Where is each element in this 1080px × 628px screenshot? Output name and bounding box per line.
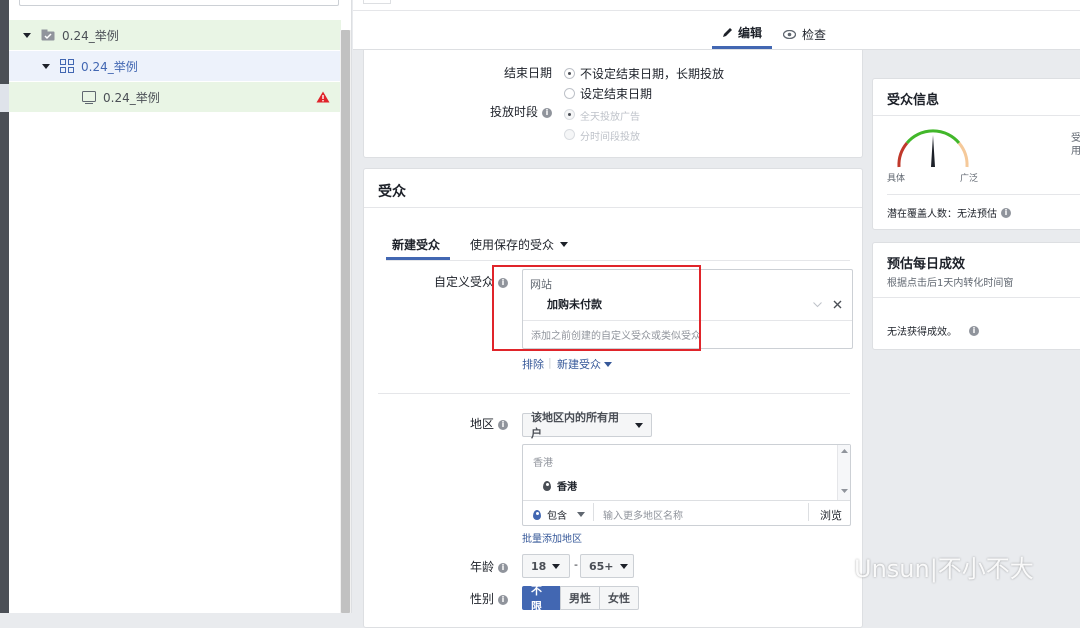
tab-review[interactable]: 检查 [783,18,833,50]
campaign-folder-icon [41,29,55,41]
dayparting-radio[interactable] [564,129,575,140]
info-icon[interactable]: i [498,419,508,430]
new-audience-link[interactable]: 新建受众 [557,356,612,372]
audience-info-card: 受众信息 具体 广泛 受 用 潜在覆盖人数：无法预估 i [872,78,1080,230]
watermark-text: Unsun|不小不大 [854,555,1034,583]
region-dropdown[interactable]: 该地区内的所有用户 [522,411,652,440]
daily-results-card: 预估每日成效 根据点击后1天内转化时间窗 无法获得成效。 i [872,242,1080,350]
info-icon[interactable]: i [969,325,979,336]
age-min-dropdown[interactable]: 18 [522,554,570,578]
location-pin-icon [533,509,541,520]
info-icon[interactable]: i [498,562,508,573]
schedule-time-label: 投放时段 i [464,103,552,120]
tree-item-campaign[interactable]: 0.24_举例 [9,20,341,50]
schedule-card: 结束日期 不设定结束日期，长期投放 设定结束日期 投放时段 i 全天投放广告 分时… [363,50,863,158]
chevron-down-icon [560,242,569,247]
info-icon[interactable]: i [1001,207,1011,218]
tree-scrollbar-thumb[interactable] [341,30,350,613]
audience-info-title: 受众信息 [887,93,940,108]
location-pin-icon [543,480,551,491]
chevron-down-icon [604,361,612,367]
age-max-dropdown[interactable]: 65+ [580,554,634,578]
ad-monitor-icon [82,90,96,104]
info-icon[interactable]: i [498,594,508,605]
daily-results-subtitle: 根据点击后1天内转化时间窗 [887,278,1014,289]
chevron-down-icon [552,563,561,569]
chevron-down-icon[interactable] [813,302,822,308]
gauge-specific-label: 具体 [887,174,906,184]
all-day-radio[interactable] [564,109,575,120]
wechat-logo-icon [817,554,846,577]
age-separator: - [574,558,578,571]
close-icon[interactable] [833,300,842,309]
dayparting-label: 分时间段投放 [580,132,640,143]
audience-definition-text-2: 用 [1071,146,1080,157]
age-label: 年龄 i [424,558,508,575]
end-date-label: 结束日期 [503,66,552,80]
browse-button[interactable]: 浏览 [820,507,842,523]
set-end-date-radio[interactable] [564,88,575,99]
include-select[interactable]: 包含 [533,507,585,522]
exclude-link[interactable]: 排除 [522,356,544,372]
gender-male-button[interactable]: 男性 [560,586,600,610]
gender-label: 性别 i [424,590,508,607]
tree-item-label: 0.24_举例 [81,59,138,74]
eye-icon [783,29,796,39]
daily-results-status: 无法获得成效。 i [887,323,979,338]
region-list-box: 香港 香港 包含 输入更多地区名称 浏览 [522,444,851,526]
tree-item-label: 0.24_举例 [62,28,119,43]
region-group: 香港 [533,458,553,469]
no-end-date-radio[interactable] [564,68,575,79]
campaign-tree-panel: 0.24_举例 0.24_举例 0.24_举例 [9,0,352,613]
adset-grid-icon [60,59,74,73]
watermark: Unsun|不小不大 [816,549,1034,584]
set-end-date-label: 设定结束日期 [580,87,653,101]
info-icon[interactable]: i [542,107,552,118]
region-search-input[interactable]: 输入更多地区名称 [603,507,683,522]
tree-item-label: 0.24_举例 [103,90,160,105]
scroll-down-icon[interactable] [841,489,848,493]
chevron-down-icon [577,512,585,517]
bulk-add-regions-link[interactable]: 批量添加地区 [522,530,582,545]
all-day-label: 全天投放广告 [580,112,640,123]
chevron-down-icon [619,563,628,569]
gender-all-button[interactable]: 不限 [522,584,560,613]
region-item: 香港 [543,478,577,493]
scroll-up-icon[interactable] [841,449,848,453]
warning-icon[interactable] [316,91,330,103]
tab-saved-audience[interactable]: 使用保存的受众 [470,236,569,253]
audience-size-gauge [897,129,969,168]
pencil-icon [722,27,732,37]
highlight-box [492,265,701,351]
collapse-caret-icon[interactable] [23,32,31,38]
top-divider [353,10,1080,11]
chevron-down-icon [635,422,643,428]
collapse-caret-icon[interactable] [42,63,50,69]
potential-reach: 潜在覆盖人数：无法预估 i [887,205,1011,220]
tree-search-input[interactable] [19,0,339,6]
toolbar-button-stub[interactable] [363,0,391,4]
gender-female-button[interactable]: 女性 [599,586,639,610]
audience-card: 受众 新建受众 使用保存的受众 自定义受众 i 网站 加购未付款 添加之前创建的自… [363,168,863,628]
tab-new-audience[interactable]: 新建受众 [392,236,440,253]
tree-item-adset[interactable]: 0.24_举例 [9,51,341,81]
region-list-scrollbar[interactable] [837,445,850,500]
region-label: 地区 i [424,415,508,432]
link-separator: | [548,356,552,369]
tab-edit[interactable]: 编辑 [712,18,772,49]
tree-item-ad[interactable]: 0.24_举例 [9,82,341,112]
gauge-broad-label: 广泛 [960,174,979,184]
no-end-date-label: 不设定结束日期，长期投放 [580,67,725,81]
audience-section-title: 受众 [378,184,406,200]
window-edge [0,0,9,613]
daily-results-title: 预估每日成效 [887,257,966,272]
